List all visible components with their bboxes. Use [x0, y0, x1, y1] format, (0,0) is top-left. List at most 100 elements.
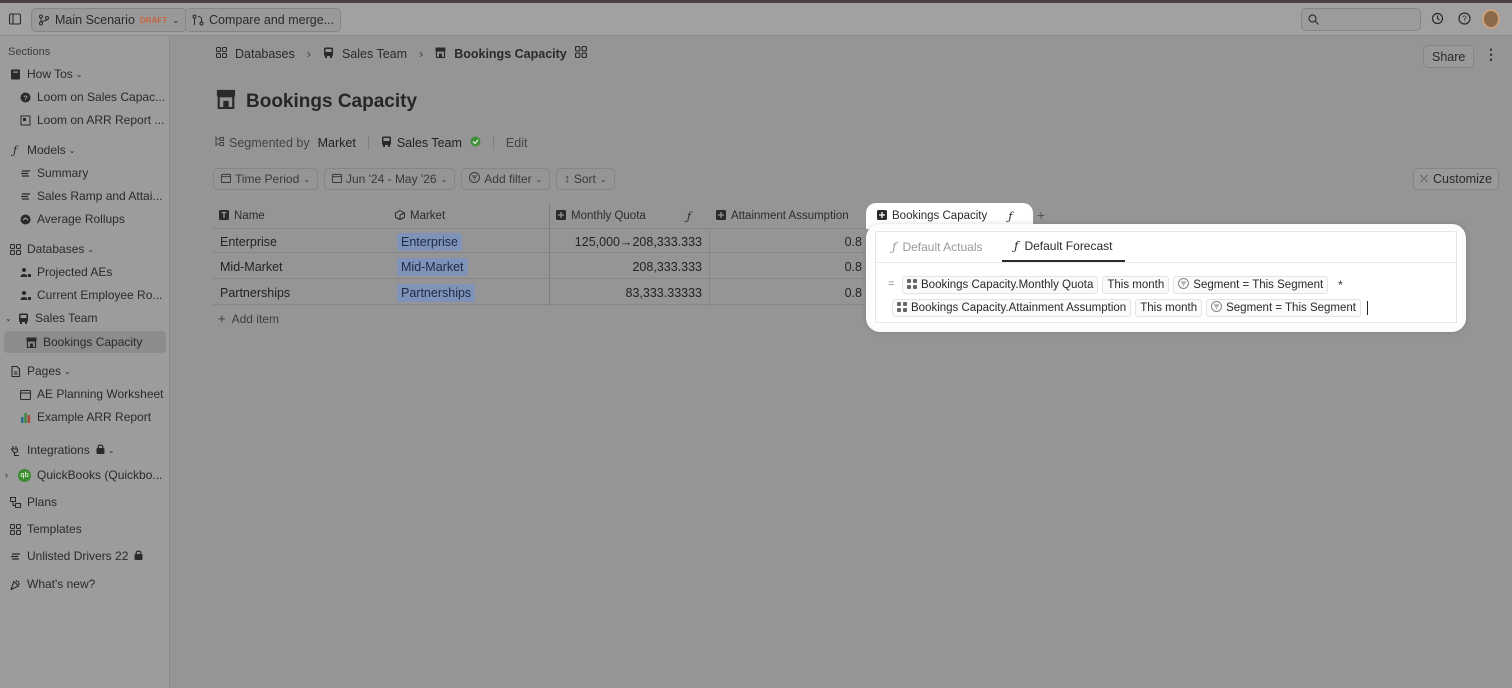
formula-ref-chip[interactable]: Bookings Capacity.Monthly Quota: [902, 276, 1099, 294]
cell-market[interactable]: Enterprise: [389, 229, 549, 254]
sidebar-item-pages[interactable]: Pages ⌄: [0, 360, 168, 382]
edit-segmentation-button[interactable]: Edit: [506, 136, 528, 150]
breadcrumb-bookings-capacity[interactable]: Bookings Capacity: [454, 47, 567, 61]
sidebar-item-current-employee[interactable]: Current Employee Ro...: [0, 284, 168, 306]
sidebar-item-sales-ramp[interactable]: Sales Ramp and Attai...: [0, 185, 168, 207]
formula-ref-label: Bookings Capacity.Attainment Assumption: [911, 302, 1127, 314]
formula-filter-chip[interactable]: Segment = This Segment: [1206, 299, 1361, 317]
sidebar-item-ae-planning[interactable]: AE Planning Worksheet: [0, 383, 168, 405]
cell-market[interactable]: Partnerships: [389, 280, 549, 305]
history-icon[interactable]: [1431, 12, 1444, 28]
gauge-icon: [19, 213, 31, 225]
formula-line-2[interactable]: Bookings Capacity.Attainment Assumption …: [892, 299, 1368, 317]
tab-default-actuals[interactable]: ƒ Default Actuals: [892, 232, 983, 262]
sidebar-item-models[interactable]: ƒ Models ⌄: [0, 139, 168, 161]
quickbooks-logo-icon: qb: [18, 468, 31, 482]
sidebar-item-average-rollups[interactable]: Average Rollups: [0, 208, 168, 230]
add-item-button[interactable]: + Add item: [218, 311, 279, 326]
cell-attainment[interactable]: 0.8: [710, 229, 870, 254]
svg-text:?: ?: [1462, 15, 1467, 24]
cell-monthly-quota[interactable]: 83,333.33333: [550, 280, 710, 305]
branch-icon: [39, 14, 49, 26]
sidebar-item-integrations[interactable]: Integrations ⌄: [0, 439, 168, 461]
sidebar-item-plans[interactable]: Plans: [0, 491, 168, 513]
avatar[interactable]: [1482, 9, 1500, 29]
column-header-name[interactable]: Name: [213, 204, 389, 228]
document-icon: [9, 365, 21, 377]
sort-label: Sort: [573, 172, 596, 186]
breadcrumb-sales-team[interactable]: Sales Team: [342, 47, 407, 61]
sidebar-item-label: Loom on ARR Report ...: [37, 113, 165, 127]
compare-merge-button[interactable]: Compare and merge...: [185, 8, 342, 32]
customize-button[interactable]: ⤫ Customize: [1413, 168, 1500, 190]
column-header-market[interactable]: Market: [389, 204, 549, 228]
add-column-icon[interactable]: +: [1037, 207, 1045, 223]
scenario-selector[interactable]: Main Scenario DRAFT ⌄: [31, 8, 187, 32]
table-row[interactable]: Enterprise Enterprise 125,000→208,333.33…: [213, 228, 865, 253]
cell-name[interactable]: Mid-Market: [213, 254, 389, 279]
breadcrumb-databases[interactable]: Databases: [235, 47, 295, 61]
date-range-filter[interactable]: Jun '24 - May '26 ⌄: [323, 168, 456, 190]
formula-equals: =: [888, 278, 895, 290]
cell-market[interactable]: Mid-Market: [389, 254, 549, 279]
formula-filter-chip[interactable]: Segment = This Segment: [1173, 276, 1329, 294]
merge-icon: [192, 14, 204, 26]
cell-monthly-quota[interactable]: 208,333.333: [550, 254, 710, 279]
party-icon: [9, 578, 21, 590]
sidebar-item-templates[interactable]: Templates: [0, 518, 168, 540]
driver-grid-icon: [907, 278, 917, 292]
sidebar-item-summary[interactable]: Summary: [0, 162, 168, 184]
breadcrumb: Databases › Sales Team › Bookings Capaci…: [216, 46, 587, 61]
sidebar-item-example-arr[interactable]: Example ARR Report: [0, 406, 168, 428]
cell-attainment[interactable]: 0.8: [710, 254, 870, 279]
sidebar-toggle-icon[interactable]: [8, 13, 22, 28]
formula-period-chip[interactable]: This month: [1135, 299, 1203, 317]
cell-monthly-quota[interactable]: 125,000→208,333.333: [550, 229, 710, 254]
cell-name[interactable]: Partnerships: [213, 280, 389, 305]
search-input[interactable]: [1301, 8, 1421, 31]
sidebar-item-how-tos[interactable]: How Tos ⌄: [0, 63, 168, 85]
cell-name[interactable]: Enterprise: [213, 229, 389, 254]
sidebar-item-loom-arr[interactable]: Loom on ARR Report ...: [0, 109, 168, 131]
sidebar-item-label: Loom on Sales Capac...: [37, 90, 166, 104]
share-label: Share: [1432, 49, 1466, 64]
share-button[interactable]: Share: [1423, 45, 1475, 68]
question-circle-icon: ?: [19, 91, 31, 103]
sidebar-item-quickbooks[interactable]: › qb QuickBooks (Quickbo...: [0, 464, 168, 486]
table-row[interactable]: Partnerships Partnerships 83,333.33333 0…: [213, 280, 865, 305]
sidebar-item-sales-team[interactable]: ⌄ Sales Team: [0, 307, 168, 329]
sidebar-item-label: QuickBooks (Quickbo...: [37, 468, 163, 482]
sidebar-item-projected-aes[interactable]: Projected AEs: [0, 261, 168, 283]
segment-value[interactable]: Market: [318, 136, 356, 150]
formula-period-chip[interactable]: This month: [1102, 276, 1170, 294]
column-header-attainment[interactable]: Attainment Assumption: [710, 204, 870, 228]
sort-button[interactable]: ↕ Sort ⌄: [556, 168, 615, 190]
plans-icon: [9, 496, 21, 508]
formula-editor-popup: ƒ Default Actuals ƒ Default Forecast = B…: [866, 224, 1466, 332]
divider: [367, 136, 369, 150]
sort-icon: ↕: [564, 173, 570, 185]
formula-editor-panel: ƒ Default Actuals ƒ Default Forecast = B…: [875, 231, 1457, 323]
cell-attainment[interactable]: 0.8: [710, 280, 870, 305]
sidebar-item-bookings-capacity[interactable]: Bookings Capacity: [4, 331, 166, 353]
add-filter-button[interactable]: Add filter ⌄: [461, 168, 551, 190]
chevron-right-icon: ›: [419, 46, 424, 61]
sidebar-item-unlisted-drivers[interactable]: Unlisted Drivers 22: [0, 545, 168, 567]
formula-filter-label: Segment = This Segment: [1193, 279, 1324, 291]
chevron-down-icon: ⌄: [87, 244, 95, 254]
table-row[interactable]: Mid-Market Mid-Market 208,333.333 0.8: [213, 254, 865, 279]
sidebar-item-whats-new[interactable]: What's new?: [0, 573, 168, 595]
sidebar-item-loom-sales[interactable]: ? Loom on Sales Capac...: [0, 86, 168, 108]
tab-default-forecast[interactable]: ƒ Default Forecast: [1002, 232, 1125, 262]
database-grid-icon[interactable]: [574, 46, 587, 61]
formula-line-1[interactable]: Bookings Capacity.Monthly Quota This mon…: [902, 276, 1343, 294]
column-header-monthly-quota[interactable]: Monthly Quota ƒ: [550, 204, 710, 228]
sidebar-item-databases[interactable]: Databases ⌄: [0, 238, 168, 260]
more-options-icon[interactable]: ⋮: [1484, 47, 1498, 61]
segment-source[interactable]: Sales Team: [397, 136, 462, 150]
formula-ref-chip[interactable]: Bookings Capacity.Attainment Assumption: [892, 299, 1132, 317]
sidebar-item-label: Plans: [27, 495, 58, 509]
time-period-filter[interactable]: Time Period ⌄: [213, 168, 318, 190]
chevron-right-icon: ›: [306, 46, 311, 61]
help-icon[interactable]: ?: [1458, 12, 1471, 28]
